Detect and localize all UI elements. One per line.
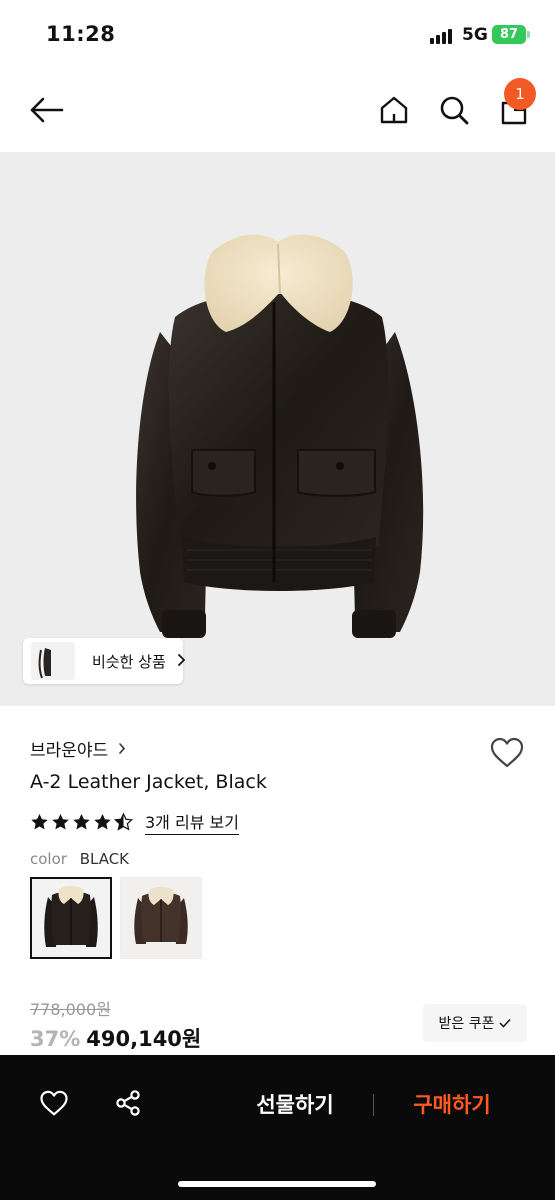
similar-products-label: 비슷한 상품 [92, 653, 166, 671]
leather-jacket-image [136, 234, 424, 638]
share-icon [116, 1090, 140, 1116]
heart-icon [490, 737, 524, 768]
brand-link[interactable]: 브라운야드 [30, 737, 126, 761]
sale-price: 490,140원 [86, 1027, 202, 1051]
received-coupon-button[interactable]: 받은 쿠폰 [423, 1004, 527, 1042]
product-name: A-2 Leather Jacket, Black [30, 771, 267, 793]
check-icon [499, 1018, 512, 1028]
color-swatch-brown[interactable] [120, 877, 202, 959]
chevron-right-icon [178, 654, 186, 666]
battery-tip [527, 31, 530, 38]
rating-stars [30, 813, 133, 831]
brown-jacket-thumbnail [121, 878, 201, 958]
back-arrow-icon [30, 97, 64, 123]
home-indicator [178, 1181, 376, 1187]
star-icon [94, 813, 111, 830]
buy-button[interactable]: 구매하기 [390, 1085, 514, 1125]
brand-name: 브라운야드 [30, 740, 109, 761]
cart-count-badge: 1 [504, 78, 536, 110]
color-swatch-black[interactable] [30, 877, 112, 959]
wishlist-button[interactable] [486, 733, 528, 773]
top-nav [0, 70, 555, 150]
home-icon [380, 96, 408, 124]
search-button[interactable] [432, 88, 476, 132]
similar-products-button[interactable]: 비슷한 상품 [23, 638, 186, 684]
chevron-right-icon [119, 742, 126, 754]
star-icon [31, 813, 48, 830]
signal-icon [430, 28, 456, 44]
color-value: BLACK [79, 850, 130, 868]
color-label: color [30, 850, 67, 868]
gift-button[interactable]: 선물하기 [230, 1085, 360, 1125]
rating-row: 3개 리뷰 보기 [30, 809, 239, 835]
price-row: 37% 490,140원 [30, 1023, 201, 1053]
similar-product-thumbnail [31, 642, 75, 680]
battery-icon: 87 [492, 25, 526, 44]
half-star-icon [114, 813, 133, 831]
status-time: 11:28 [46, 22, 116, 46]
product-image[interactable] [0, 152, 555, 706]
home-button[interactable] [372, 88, 416, 132]
black-jacket-thumbnail [32, 879, 110, 957]
coupon-label: 받은 쿠폰 [438, 1016, 495, 1032]
heart-icon [40, 1090, 68, 1115]
color-row: color BLACK [30, 850, 129, 868]
bottom-action-bar: 선물하기 구매하기 [0, 1055, 555, 1200]
network-type: 5G [462, 25, 488, 45]
discount-rate: 37% [30, 1027, 81, 1051]
divider [373, 1094, 374, 1116]
search-icon [440, 96, 469, 125]
original-price: 778,000원 [30, 1000, 111, 1019]
back-button[interactable] [24, 88, 68, 132]
bottom-wishlist-button[interactable] [36, 1085, 72, 1121]
share-button[interactable] [110, 1085, 146, 1121]
status-bar: 11:28 5G 87 [0, 0, 555, 66]
star-icon [73, 813, 90, 830]
star-icon [52, 813, 69, 830]
view-reviews-link[interactable]: 3개 리뷰 보기 [145, 809, 239, 835]
